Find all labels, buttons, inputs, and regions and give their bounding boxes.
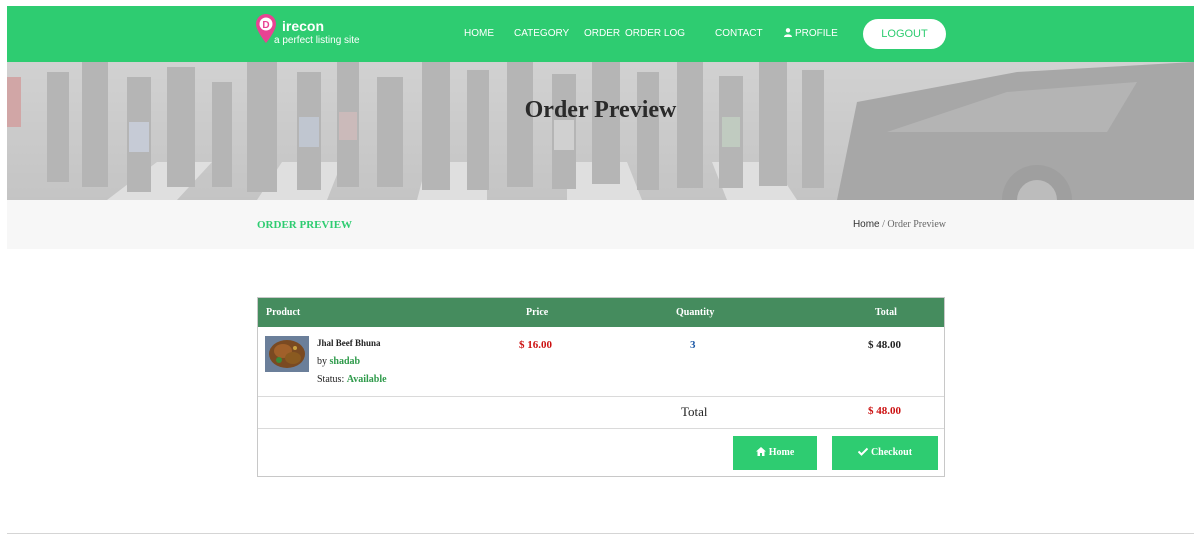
grand-total: $ 48.00 xyxy=(868,405,901,417)
top-navbar: D irecon a perfect listing site HOME CAT… xyxy=(7,6,1194,62)
status-label: Status: xyxy=(317,374,345,385)
nav-item-order[interactable]: ORDER xyxy=(584,28,620,40)
breadcrumb: Home / Order Preview xyxy=(853,219,946,230)
table-header: Product Price Quantity Total xyxy=(258,298,944,327)
seller-by-label: by xyxy=(317,356,327,367)
page-title: Order Preview xyxy=(524,97,677,123)
total-label: Total xyxy=(681,404,708,419)
hero-banner: Order Preview xyxy=(7,62,1194,200)
order-preview-table: Product Price Quantity Total Jhal Beef B… xyxy=(257,297,945,477)
home-button[interactable]: Home xyxy=(733,436,817,470)
product-seller-line: by shadab xyxy=(317,356,360,367)
row-divider xyxy=(258,428,944,429)
nav-item-profile[interactable]: PROFILE xyxy=(784,28,838,40)
checkout-button-label: Checkout xyxy=(870,447,913,458)
status-badge: Available xyxy=(346,374,387,385)
line-total: $ 48.00 xyxy=(868,339,901,351)
home-icon xyxy=(755,447,766,456)
check-icon xyxy=(857,447,869,456)
nav-item-category[interactable]: CATEGORY xyxy=(514,28,569,40)
column-header-product: Product xyxy=(266,307,301,318)
product-status-line: Status: Available xyxy=(317,374,387,385)
product-price: $ 16.00 xyxy=(519,339,552,351)
logout-button[interactable]: LOGOUT xyxy=(863,19,946,49)
nav-item-contact[interactable]: CONTACT xyxy=(715,28,763,40)
seller-link[interactable]: shadab xyxy=(330,356,361,367)
brand-name: irecon xyxy=(282,18,325,34)
breadcrumb-current: Order Preview xyxy=(887,219,946,230)
product-thumbnail[interactable] xyxy=(265,336,309,372)
column-header-quantity: Quantity xyxy=(676,307,715,318)
nav-item-order-log[interactable]: ORDER LOG xyxy=(625,28,685,40)
breadcrumb-bar: ORDER PREVIEW Home / Order Preview xyxy=(7,200,1194,249)
product-name[interactable]: Jhal Beef Bhuna xyxy=(317,338,381,348)
row-divider xyxy=(258,396,944,397)
hero-background-crowd-image xyxy=(7,62,1194,200)
checkout-button[interactable]: Checkout xyxy=(832,436,938,470)
column-header-price: Price xyxy=(526,307,549,318)
section-title: ORDER PREVIEW xyxy=(257,219,353,231)
product-quantity: 3 xyxy=(690,339,696,351)
home-button-label: Home xyxy=(768,447,795,458)
nav-item-profile-label: PROFILE xyxy=(795,28,838,39)
user-icon xyxy=(784,28,792,37)
map-pin-logo-icon: D xyxy=(256,14,276,43)
logo-letter: D xyxy=(262,20,269,31)
footer-divider xyxy=(7,533,1194,534)
column-header-total: Total xyxy=(875,307,897,318)
breadcrumb-home-link[interactable]: Home xyxy=(853,219,880,230)
brand-tagline: a perfect listing site xyxy=(274,35,360,46)
nav-item-home[interactable]: HOME xyxy=(464,28,494,40)
